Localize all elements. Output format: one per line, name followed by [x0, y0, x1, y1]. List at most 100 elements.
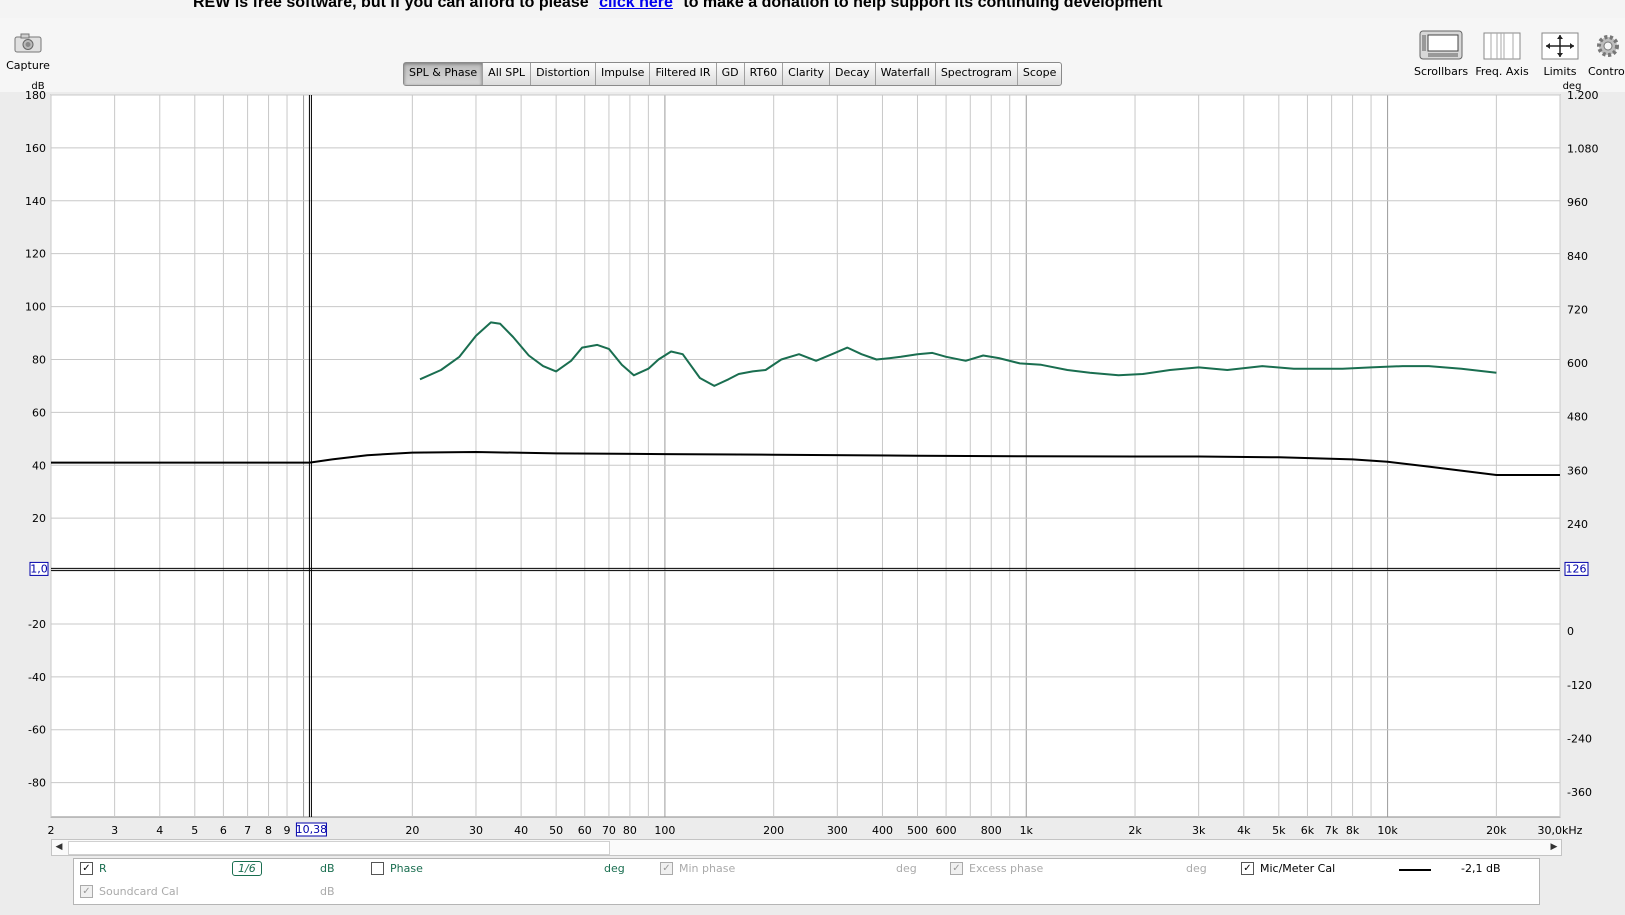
freq-axis-button[interactable]: Freq. Axis: [1475, 32, 1529, 78]
x-tick-label: 9: [284, 824, 291, 837]
x-tick-label: 70: [602, 824, 616, 837]
x-tick-label: 20: [405, 824, 419, 837]
y-axis-labels: dB18016014012010080604020-20-40-60-80: [25, 81, 46, 790]
y2-tick-label: 1.080: [1567, 143, 1599, 156]
x-tick-label: 100: [654, 824, 675, 837]
y-tick-label: -80: [28, 777, 46, 790]
x-tick-label: 8: [265, 824, 272, 837]
min-phase-label: Min phase: [679, 862, 736, 875]
y2-tick-label: 960: [1567, 196, 1588, 209]
controls-label: Controls: [1588, 65, 1625, 78]
mic-cal-line-swatch: [1399, 869, 1431, 871]
r-db-unit: dB: [320, 862, 335, 875]
y2-tick-label: 1.200: [1567, 89, 1599, 102]
x-tick-label: 4k: [1237, 824, 1251, 837]
excess-phase-deg-unit: deg: [1186, 862, 1207, 875]
x-tick-label: 6: [220, 824, 227, 837]
y-tick-label: 80: [32, 353, 46, 366]
min-phase-checkbox[interactable]: ✓: [660, 862, 673, 875]
x-tick-label: 2k: [1128, 824, 1142, 837]
excess-phase-checkbox[interactable]: ✓: [950, 862, 963, 875]
y-tick-label: 160: [25, 142, 46, 155]
mic-cal-value: -2,1 dB: [1461, 862, 1501, 875]
x-tick-label: 4: [156, 824, 163, 837]
r-legend-label: R: [99, 862, 107, 875]
y-tick-label: 180: [25, 89, 46, 102]
y-tick-label: 20: [32, 512, 46, 525]
capture-label: Capture: [6, 59, 50, 72]
phase-legend-label: Phase: [390, 862, 423, 875]
scrollbars-label: Scrollbars: [1414, 65, 1469, 78]
x-tick-label: 400: [872, 824, 893, 837]
y2-tick-label: 360: [1567, 464, 1588, 477]
y2-tick-label: 0: [1567, 625, 1574, 638]
y2-tick-label: 600: [1567, 357, 1588, 370]
controls-button[interactable]: Controls: [1588, 32, 1625, 78]
y-tick-label: 60: [32, 406, 46, 419]
freq-axis-icon: [1483, 32, 1521, 60]
x-tick-label: 3: [111, 824, 118, 837]
x-tick-label: 40: [514, 824, 528, 837]
x-tick-label: 30: [469, 824, 483, 837]
excess-phase-label: Excess phase: [969, 862, 1044, 875]
x-tick-label: 300: [827, 824, 848, 837]
smoothing-selector[interactable]: 1/6: [232, 861, 262, 876]
min-phase-deg-unit: deg: [896, 862, 917, 875]
y2-tick-label: 720: [1567, 303, 1588, 316]
gear-icon: [1597, 35, 1619, 57]
banner-suffix: to make a donation to help support its c…: [683, 0, 1163, 11]
x-tick-label: 30,0kHz: [1538, 824, 1583, 837]
horizontal-scrollbar[interactable]: ◀ ▶: [51, 839, 1562, 856]
limits-icon: [1541, 32, 1579, 60]
x-tick-label: 800: [981, 824, 1002, 837]
x-tick-label: 60: [578, 824, 592, 837]
y-tick-label: 40: [32, 459, 46, 472]
scrollbar-thumb[interactable]: [68, 841, 610, 855]
scroll-right-arrow-icon[interactable]: ▶: [1547, 840, 1561, 855]
x-tick-label: 200: [763, 824, 784, 837]
freq-axis-label: Freq. Axis: [1475, 65, 1529, 78]
y-tick-label: -60: [28, 724, 46, 737]
cursor-y2-label: 126: [1566, 562, 1587, 575]
x-tick-label: 80: [623, 824, 637, 837]
y-tick-label: 120: [25, 248, 46, 261]
spl-phase-graph[interactable]: dB18016014012010080604020-20-40-60-80 de…: [0, 80, 1625, 840]
banner-text: REW is free software, but if you can aff…: [193, 0, 1162, 12]
x-tick-label: 10k: [1377, 824, 1398, 837]
plot-area: [50, 94, 1561, 818]
camera-icon: [14, 33, 42, 53]
legend-panel: ✓ R 1/6 dB Phase deg ✓ Min phase deg ✓ E…: [73, 858, 1540, 905]
mic-cal-checkbox[interactable]: ✓: [1241, 862, 1254, 875]
soundcard-cal-checkbox[interactable]: ✓: [80, 885, 93, 898]
x-tick-label: 6k: [1301, 824, 1315, 837]
y-tick-label: -20: [28, 618, 46, 631]
x-tick-label: 7k: [1325, 824, 1339, 837]
phase-checkbox[interactable]: [371, 862, 384, 875]
x-tick-label: 2: [48, 824, 55, 837]
y-tick-label: 140: [25, 195, 46, 208]
x-tick-label: 8k: [1346, 824, 1360, 837]
x-tick-label: 3k: [1192, 824, 1206, 837]
y-tick-label: -40: [28, 671, 46, 684]
y2-tick-label: 480: [1567, 411, 1588, 424]
cursor-x-label: 10,38: [296, 823, 328, 836]
x-tick-label: 20k: [1486, 824, 1507, 837]
donation-banner: REW is free software, but if you can aff…: [0, 0, 1625, 18]
y-tick-label: 100: [25, 301, 46, 314]
limits-label: Limits: [1543, 65, 1577, 78]
x-tick-label: 5: [191, 824, 198, 837]
r-checkbox[interactable]: ✓: [80, 862, 93, 875]
phase-deg-unit: deg: [604, 862, 625, 875]
scrollbars-button[interactable]: Scrollbars: [1414, 30, 1468, 78]
capture-button[interactable]: Capture: [6, 32, 50, 72]
y2-tick-label: -240: [1567, 732, 1592, 745]
banner-prefix: REW is free software, but if you can aff…: [193, 0, 589, 11]
scroll-left-arrow-icon[interactable]: ◀: [52, 840, 66, 855]
donation-link[interactable]: click here: [599, 0, 673, 11]
cursor-y-label: 1,0: [30, 562, 48, 575]
x-tick-label: 600: [936, 824, 957, 837]
x-tick-label: 50: [549, 824, 563, 837]
limits-button[interactable]: Limits: [1536, 32, 1584, 78]
x-tick-label: 5k: [1272, 824, 1286, 837]
x-tick-label: 1k: [1020, 824, 1034, 837]
